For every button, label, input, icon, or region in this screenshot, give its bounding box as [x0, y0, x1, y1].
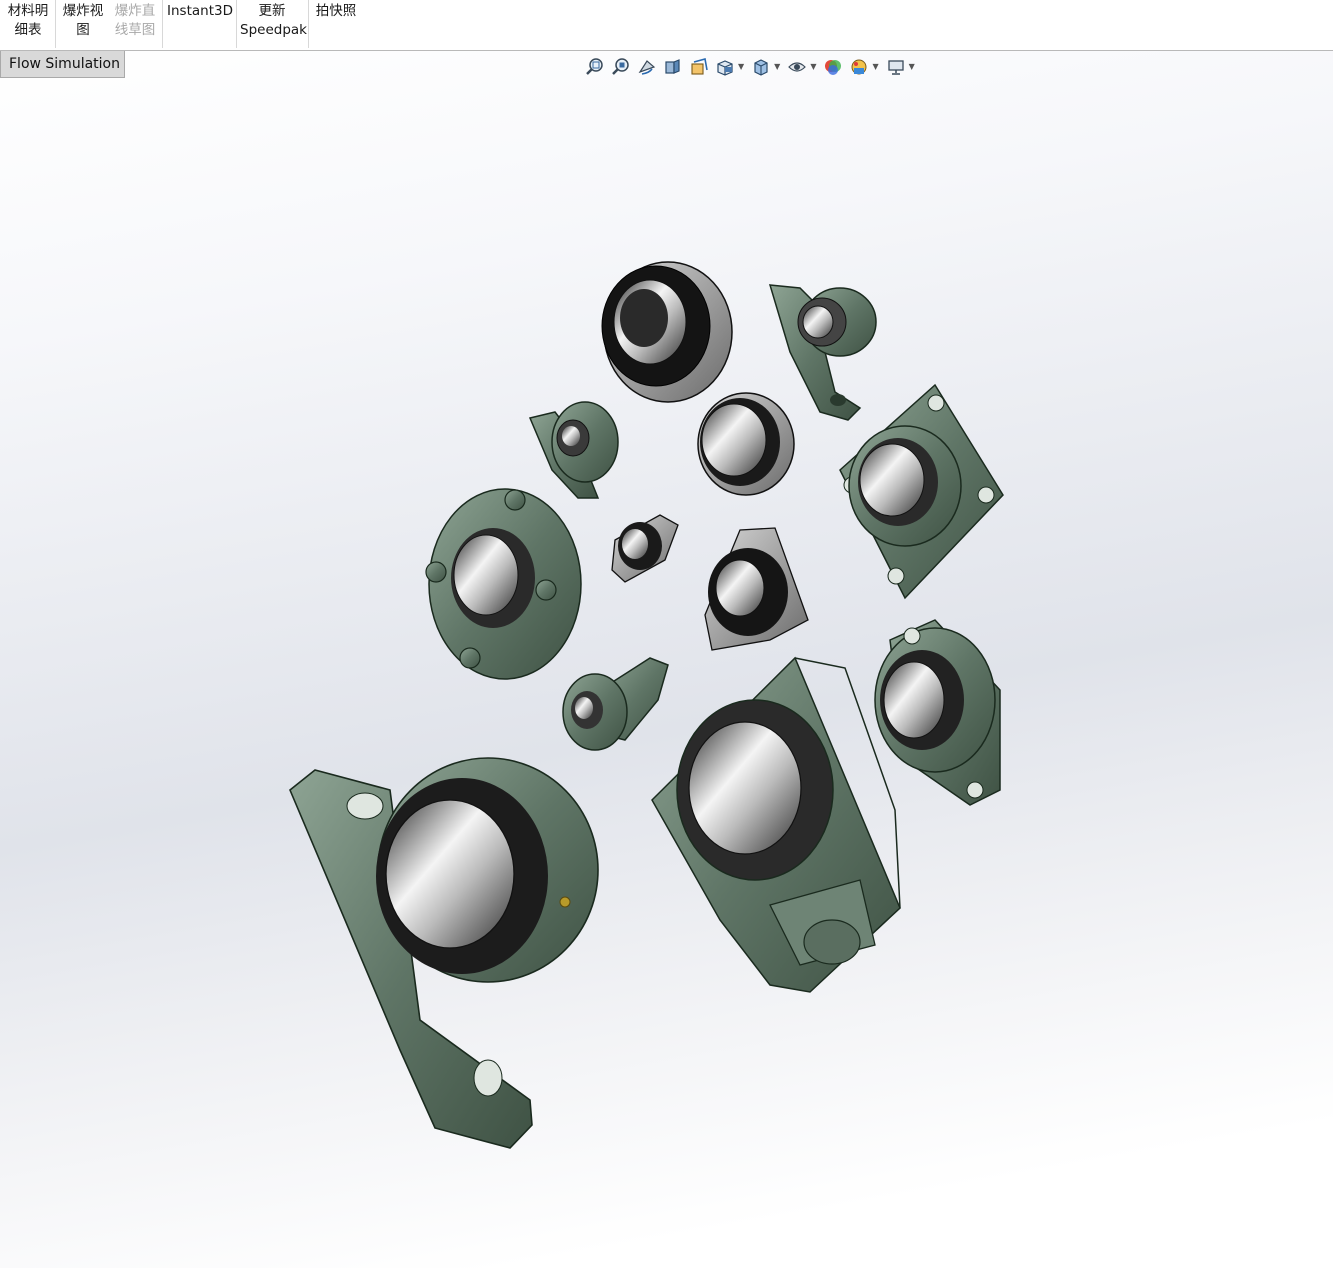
explode-line-label-2: 线草图 [114, 22, 156, 38]
chevron-down-icon[interactable]: ▼ [774, 56, 780, 78]
command-ribbon: 材料明 细表 爆炸视 图 爆炸直 线草图 Instant3D 更新 Speedp… [0, 0, 1333, 51]
speedpak-label-2: Speedpak [240, 22, 307, 38]
oval-flange-unit-large[interactable] [874, 619, 1001, 806]
square-flange-unit[interactable] [839, 383, 1004, 600]
bom-button[interactable]: 材料明 细表 [6, 2, 50, 40]
insert-bearing-large[interactable] [601, 261, 733, 403]
chevron-down-icon[interactable]: ▼ [872, 56, 878, 78]
oval-flange-unit-small[interactable] [611, 514, 679, 583]
chevron-down-icon[interactable]: ▼ [909, 56, 915, 78]
edit-appearance-icon[interactable] [822, 56, 844, 78]
view-settings-icon[interactable] [885, 56, 907, 78]
instant3d-button[interactable]: Instant3D [167, 2, 233, 21]
ribbon-separator [162, 0, 163, 48]
pillow-block-large[interactable] [289, 757, 599, 1149]
tab-flow-simulation[interactable]: Flow Simulation [0, 51, 125, 78]
round-flange-unit[interactable] [425, 488, 582, 680]
heads-up-view-toolbar: ▼ ▼ ▼ ▼ ▼ [584, 55, 921, 79]
ribbon-separator [308, 0, 309, 48]
chevron-down-icon[interactable]: ▼ [738, 56, 744, 78]
insert-bearing-medium[interactable] [697, 392, 795, 496]
explode-line-sketch-button[interactable]: 爆炸直 线草图 [113, 2, 157, 40]
explode-view-button[interactable]: 爆炸视 图 [61, 2, 105, 40]
view-orientation-icon[interactable] [714, 56, 736, 78]
hide-show-items-icon[interactable] [786, 56, 808, 78]
display-style-icon[interactable] [750, 56, 772, 78]
pillow-block-small-bottom[interactable] [562, 657, 669, 751]
ribbon-separator [236, 0, 237, 48]
pillow-block-small-left[interactable] [528, 401, 619, 499]
explode-view-label-2: 图 [76, 22, 90, 38]
instant3d-label: Instant3D [167, 3, 233, 19]
previous-view-icon[interactable] [636, 56, 658, 78]
section-view-icon[interactable] [662, 56, 684, 78]
bearing-assembly-model[interactable] [0, 0, 1333, 1268]
zoom-to-area-icon[interactable] [610, 56, 632, 78]
pillow-block-small-top[interactable] [768, 284, 877, 421]
bom-label-2: 细表 [14, 22, 42, 38]
snapshot-button[interactable]: 拍快照 [313, 2, 359, 21]
explode-line-label-1: 爆炸直 [114, 3, 156, 19]
update-speedpak-button[interactable]: 更新 Speedpak [240, 2, 307, 40]
take-up-unit[interactable] [651, 656, 901, 993]
explode-view-label-1: 爆炸视 [62, 3, 104, 19]
dynamic-annotation-icon[interactable] [688, 56, 710, 78]
triangle-flange-unit[interactable] [704, 527, 809, 651]
apply-scene-icon[interactable] [848, 56, 870, 78]
speedpak-label-1: 更新 [258, 3, 286, 19]
snapshot-label: 拍快照 [315, 3, 357, 19]
zoom-to-fit-icon[interactable] [584, 56, 606, 78]
ribbon-separator [55, 0, 56, 48]
chevron-down-icon[interactable]: ▼ [810, 56, 816, 78]
bom-label-1: 材料明 [7, 3, 49, 19]
